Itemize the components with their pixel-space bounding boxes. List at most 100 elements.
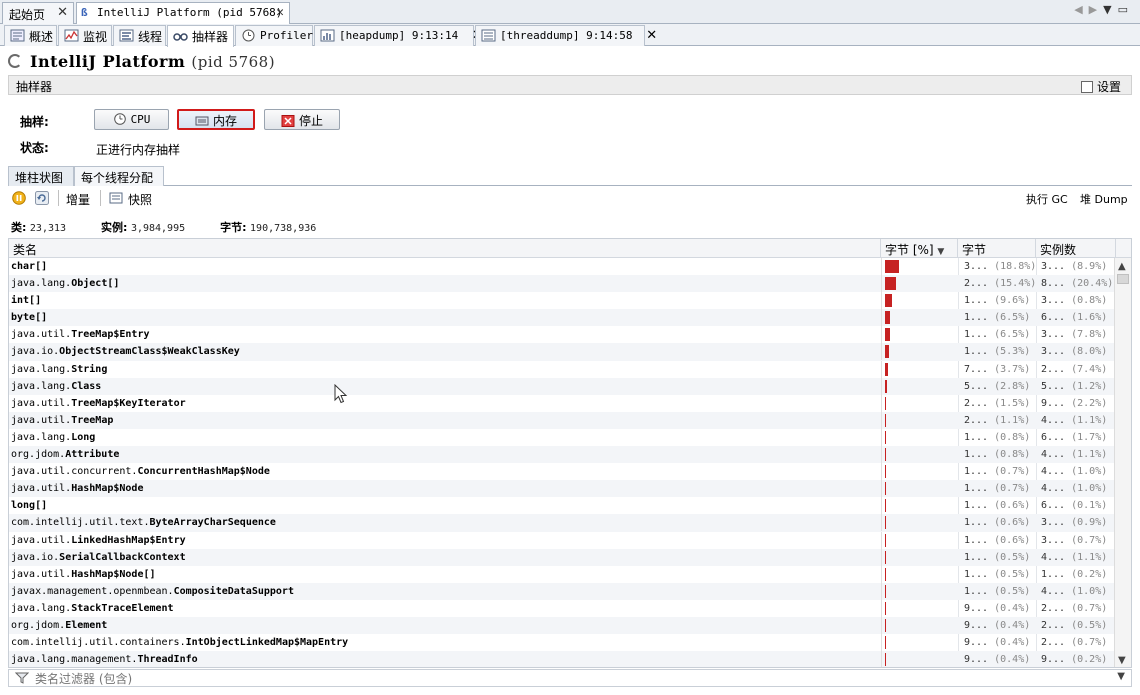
class-simple-name: StackTraceElement — [71, 602, 174, 614]
tab-threaddump[interactable]: [threaddump] 9:14:58 ✕ — [475, 25, 657, 46]
class-simple-name: TreeMap$KeyIterator — [71, 397, 186, 409]
instances-value: 4... — [1041, 483, 1066, 495]
threads-icon — [119, 29, 134, 42]
bytes-percent-bar — [885, 379, 888, 393]
column-class-name[interactable]: 类名 — [9, 239, 881, 258]
class-name-cell: java.util.TreeMap — [11, 412, 879, 429]
refresh-icon[interactable] — [35, 191, 49, 205]
column-bytes[interactable]: 字节 — [958, 239, 1036, 258]
chevron-down-icon[interactable]: ▼ — [1117, 671, 1125, 682]
cpu-button[interactable]: CPU — [94, 109, 169, 130]
table-row[interactable]: int[] 1... (9.6%) 3... (0.8%) — [9, 292, 1115, 310]
chevron-up-icon[interactable]: ▲ — [1118, 261, 1126, 272]
bytes-percent-bar — [885, 448, 886, 462]
table-row[interactable]: java.io.SerialCallbackContext 1... (0.5%)… — [9, 548, 1115, 566]
table-row[interactable]: java.lang.management.ThreadInfo 9... (0.4… — [9, 651, 1115, 667]
pause-icon[interactable] — [12, 191, 26, 205]
instances-percent-value: (1.1%) — [1071, 414, 1108, 426]
instances-percent-value: (1.7%) — [1071, 431, 1108, 443]
bytes-percent-bar-cell — [881, 651, 957, 667]
close-icon[interactable]: ✕ — [57, 5, 68, 20]
table-row[interactable]: javax.management.openmbean.CompositeData… — [9, 582, 1115, 600]
tab-start-page[interactable]: 起始页 ✕ — [2, 2, 74, 24]
column-bytes-percent[interactable]: 字节 [%] ▼ — [881, 239, 958, 258]
tab-overview[interactable]: 概述 — [4, 25, 57, 46]
column-instances[interactable]: 实例数 — [1036, 239, 1116, 258]
bytes-value: 7... — [964, 363, 989, 375]
table-row[interactable]: java.lang.Long 1... (0.8%) 6... (1.7%) — [9, 428, 1115, 446]
class-name-cell: java.util.TreeMap$KeyIterator — [11, 395, 879, 412]
table-row[interactable]: java.util.TreeMap$KeyIterator 2... (1.5%)… — [9, 394, 1115, 412]
vertical-scrollbar[interactable]: ▲ ▼ — [1114, 258, 1131, 667]
bytes-cell: 2... (1.5%) — [964, 395, 1040, 412]
table-row[interactable]: java.lang.StackTraceElement 9... (0.4%) 2.… — [9, 599, 1115, 617]
class-name-cell: char[] — [11, 258, 879, 275]
table-row[interactable]: java.lang.Class 5... (2.8%) 5... (1.2%) — [9, 377, 1115, 395]
restore-window-icon[interactable]: ▭ — [1118, 3, 1134, 16]
view-tab-bar: 概述 监视 线程 抽样器 Profiler [heapdump] 9:13:14… — [0, 24, 1140, 47]
dropdown-icon[interactable]: ▼ — [1103, 3, 1117, 16]
bytes-cell: 1... (0.5%) — [964, 549, 1040, 566]
perform-gc-button[interactable]: 执行 GC — [1026, 191, 1068, 207]
instances-percent-value: (1.2%) — [1071, 380, 1108, 392]
tab-monitor[interactable]: 监视 — [58, 25, 112, 46]
heap-dump-button[interactable]: 堆 Dump — [1080, 191, 1128, 207]
table-row[interactable]: java.util.TreeMap 2... (1.1%) 4... (1.1%) — [9, 411, 1115, 429]
instances-cell: 4... (1.0%) — [1041, 583, 1115, 600]
class-simple-name: ByteArrayCharSequence — [149, 517, 276, 529]
table-row[interactable]: java.lang.Object[] 2... (15.4%) 8... (20.4… — [9, 275, 1115, 293]
class-simple-name: HashMap$Node[] — [71, 568, 156, 580]
tab-threads[interactable]: 线程 — [113, 25, 166, 46]
nav-left-icon[interactable]: ◀ — [1074, 3, 1088, 16]
snapshot-button[interactable]: 快照 — [128, 191, 152, 208]
class-package: java.util. — [11, 329, 72, 341]
bytes-percent-bar-cell — [881, 634, 957, 652]
memory-button[interactable]: 内存 — [177, 109, 255, 130]
tab-heapdump[interactable]: [heapdump] 9:13:14 ✕ — [314, 25, 483, 46]
overview-icon — [10, 29, 25, 42]
tab-per-thread-allocations[interactable]: 每个线程分配 — [74, 166, 164, 186]
table-row[interactable]: com.intellij.util.containers.IntObjectLi… — [9, 634, 1115, 652]
instances-value: 2... — [1041, 363, 1066, 375]
table-row[interactable]: char[] 3... (18.8%) 3... (8.9%) — [9, 258, 1115, 275]
table-row[interactable]: com.intellij.util.text.ByteArrayCharSequ… — [9, 514, 1115, 532]
table-row[interactable]: java.util.TreeMap$Entry 1... (6.5%) 3... (… — [9, 326, 1115, 344]
close-icon[interactable]: ✕ — [646, 28, 657, 43]
tab-profiler[interactable]: Profiler — [235, 25, 313, 46]
bytes-percent-bar — [885, 277, 897, 291]
class-name-cell: long[] — [11, 497, 879, 514]
bytes-percent-bar — [885, 550, 886, 564]
bytes-value: 1... — [964, 483, 989, 495]
class-simple-name: byte[] — [11, 312, 48, 324]
class-name-filter-input[interactable] — [35, 671, 1105, 686]
table-row[interactable]: java.io.ObjectStreamClass$WeakClassKey 1.… — [9, 343, 1115, 361]
table-row[interactable]: java.util.HashMap$Node 1... (0.7%) 4... (1… — [9, 480, 1115, 498]
table-row[interactable]: org.jdom.Attribute 1... (0.8%) 4... (1.1%) — [9, 446, 1115, 464]
table-row[interactable]: org.jdom.Element 9... (0.4%) 2... (0.5%) — [9, 616, 1115, 635]
table-row[interactable]: long[] 1... (0.6%) 6... (0.1%) — [9, 497, 1115, 515]
bytes-value: 3... — [964, 261, 989, 272]
settings-checkbox[interactable]: 设置 — [1080, 78, 1121, 95]
tab-intellij-platform[interactable]: ß IntelliJ Platform (pid 5768) ✕ — [76, 2, 290, 25]
tab-sampler[interactable]: 抽样器 — [167, 25, 234, 47]
table-row[interactable]: java.util.concurrent.ConcurrentHashMap$N… — [9, 463, 1115, 481]
checkbox-icon[interactable] — [1080, 81, 1093, 93]
table-row[interactable]: java.util.HashMap$Node[] 1... (0.5%) 1... … — [9, 565, 1115, 583]
stop-button[interactable]: 停止 — [264, 109, 340, 130]
chevron-down-icon[interactable]: ▼ — [1118, 655, 1126, 666]
bytes-label: 字节: — [220, 221, 247, 234]
filter-icon[interactable] — [15, 672, 29, 684]
bytes-percent-value: (3.7%) — [994, 363, 1031, 375]
table-row[interactable]: java.lang.String 7... (3.7%) 2... (7.4%) — [9, 360, 1115, 378]
nav-right-icon[interactable]: ▶ — [1089, 3, 1103, 16]
tab-threaddump-label: [threaddump] 9:14:58 — [500, 29, 633, 42]
close-icon[interactable]: ✕ — [276, 5, 284, 20]
instances-percent-value: (0.9%) — [1071, 517, 1108, 529]
table-row[interactable]: byte[] 1... (6.5%) 6... (1.6%) — [9, 309, 1115, 327]
delta-toggle[interactable]: 增量 — [66, 191, 90, 208]
scrollbar-thumb[interactable] — [1117, 274, 1129, 284]
tab-heap-histogram[interactable]: 堆柱状图 — [8, 166, 74, 186]
table-header: 类名 字节 [%] ▼ 字节 实例数 — [9, 239, 1131, 258]
tab-sampler-label: 抽样器 — [192, 30, 229, 44]
table-row[interactable]: java.util.LinkedHashMap$Entry 1... (0.6%)… — [9, 531, 1115, 549]
